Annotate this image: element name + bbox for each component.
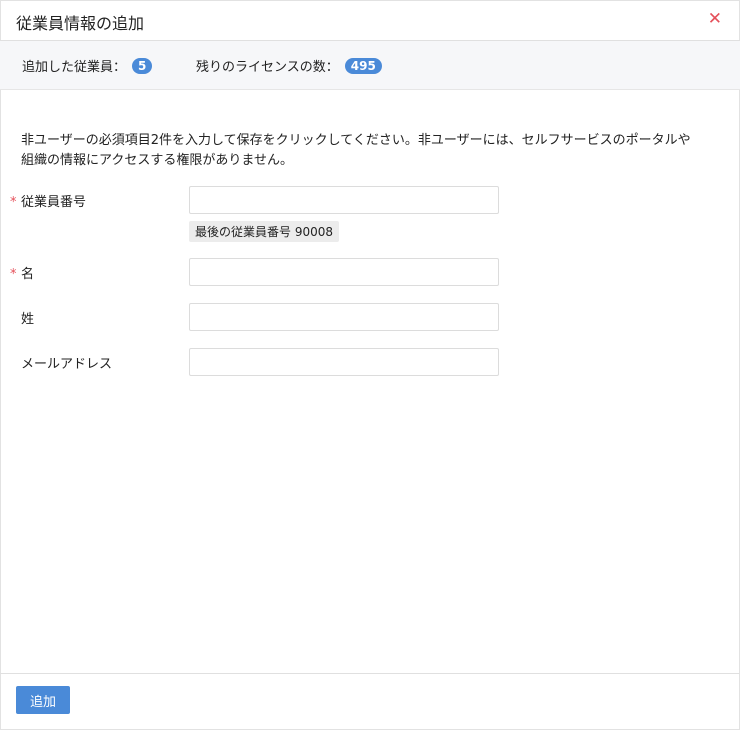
added-count-badge: 5	[132, 57, 153, 74]
email-input[interactable]	[189, 348, 499, 376]
label-text: 従業員番号	[21, 195, 87, 210]
last-employee-id-hint: 最後の従業員番号 90008	[189, 221, 339, 242]
intro-text: 非ユーザーの必須項目2件を入力して保存をクリックしてください。非ユーザーには、セ…	[21, 133, 691, 168]
last-name-input[interactable]	[189, 303, 499, 331]
close-icon[interactable]: ✕	[708, 9, 722, 29]
remaining-label: 残りのライセンスの数：	[196, 60, 339, 75]
email-label: メールアドレス	[10, 353, 112, 372]
required-mark: *	[10, 267, 17, 282]
label-text: メールアドレス	[21, 357, 113, 372]
remaining-count-badge: 495	[344, 57, 382, 74]
employee-id-input[interactable]	[189, 186, 499, 214]
added-label: 追加した従業員：	[22, 60, 127, 75]
remaining-stat: 残りのライセンスの数： 495	[196, 56, 382, 75]
first-name-label: * 名	[10, 263, 34, 282]
label-text: 名	[21, 267, 35, 282]
footer-divider	[0, 673, 740, 674]
last-name-label: 姓	[10, 308, 34, 327]
required-mark: *	[10, 195, 17, 210]
dialog-header: 従業員情報の追加 ✕	[0, 0, 740, 41]
employee-id-label: * 従業員番号	[10, 191, 86, 210]
add-button[interactable]: 追加	[16, 686, 70, 714]
dialog-title: 従業員情報の追加	[16, 14, 145, 33]
added-stat: 追加した従業員： 5	[22, 56, 153, 75]
label-text: 姓	[21, 312, 35, 327]
stats-bar: 追加した従業員： 5 残りのライセンスの数： 495	[0, 41, 740, 90]
first-name-input[interactable]	[189, 258, 499, 286]
